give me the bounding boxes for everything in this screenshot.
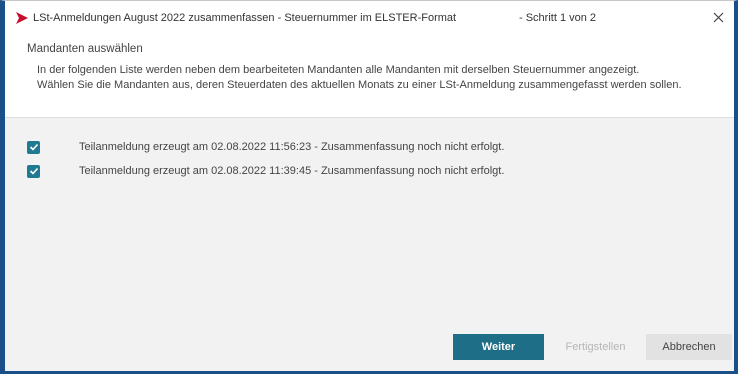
close-button[interactable] xyxy=(708,7,728,27)
description-line-2: Wählen Sie die Mandanten aus, deren Steu… xyxy=(37,79,682,91)
list-item-label: Teilanmeldung erzeugt am 02.08.2022 11:3… xyxy=(79,165,505,177)
item-checkbox[interactable] xyxy=(27,140,40,154)
window-title: LSt-Anmeldungen August 2022 zusammenfass… xyxy=(33,12,457,24)
step-indicator: - Schritt 1 von 2 xyxy=(519,12,597,24)
list-item[interactable]: Teilanmeldung erzeugt am 02.08.2022 11:5… xyxy=(27,138,717,156)
checkmark-icon xyxy=(29,143,38,151)
finish-button[interactable]: Fertigstellen xyxy=(550,334,641,360)
title-bar: LSt-Anmeldungen August 2022 zusammenfass… xyxy=(5,1,734,35)
list-item[interactable]: Teilanmeldung erzeugt am 02.08.2022 11:3… xyxy=(27,162,717,180)
close-icon xyxy=(713,12,723,22)
section-title: Mandanten auswählen xyxy=(27,43,143,55)
dialog-window: LSt-Anmeldungen August 2022 zusammenfass… xyxy=(0,0,738,374)
section-description: In der folgenden Liste werden neben dem … xyxy=(37,63,727,93)
next-button[interactable]: Weiter xyxy=(453,334,544,360)
brand-arrow-icon xyxy=(16,12,28,24)
checkmark-icon xyxy=(29,167,38,175)
description-line-1: In der folgenden Liste werden neben dem … xyxy=(37,64,640,76)
cancel-button[interactable]: Abbrechen xyxy=(646,334,732,360)
dialog-header: Mandanten auswählen In der folgenden Lis… xyxy=(5,35,734,117)
list-item-label: Teilanmeldung erzeugt am 02.08.2022 11:5… xyxy=(79,141,505,153)
item-checkbox[interactable] xyxy=(27,164,40,178)
button-bar: Weiter Fertigstellen Abbrechen xyxy=(5,327,734,371)
